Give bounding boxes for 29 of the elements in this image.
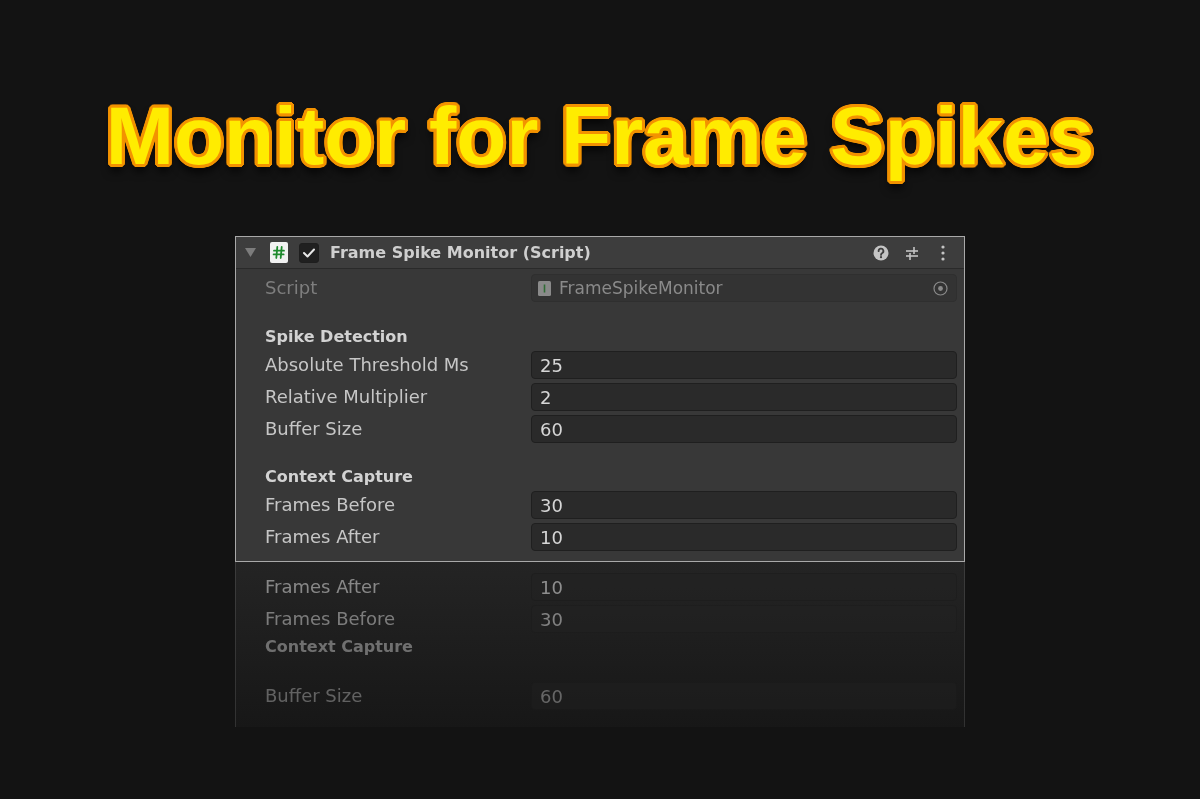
section-heading: Spike Detection: [265, 326, 408, 348]
field-label: Relative Multiplier: [265, 386, 428, 408]
script-file-icon: [538, 280, 551, 296]
number-field[interactable]: 30: [531, 491, 957, 519]
field-label: Frames After: [265, 526, 380, 548]
field-label: Script: [265, 277, 318, 299]
reflected-label: Frames Before: [265, 608, 396, 630]
reflected-label: Frames After: [265, 576, 380, 598]
number-field[interactable]: 10: [531, 523, 957, 551]
reflected-field: 10: [531, 573, 957, 601]
number-field[interactable]: 25: [531, 351, 957, 379]
section-heading: Context Capture: [265, 466, 413, 488]
number-field[interactable]: 2: [531, 383, 957, 411]
object-field-value: FrameSpikeMonitor: [559, 278, 724, 298]
more-options-icon[interactable]: [941, 244, 945, 261]
caret-icon[interactable]: [245, 248, 256, 257]
reflected-heading: Context Capture: [265, 636, 413, 658]
target-icon[interactable]: [933, 280, 948, 296]
number-field[interactable]: 60: [531, 415, 957, 443]
field-label: Buffer Size: [265, 418, 363, 440]
sliders-icon[interactable]: [905, 244, 919, 261]
check-icon: [303, 247, 315, 258]
enable-checkbox[interactable]: [299, 242, 319, 263]
help-icon[interactable]: [873, 244, 889, 261]
field-label: Absolute Threshold Ms: [265, 354, 469, 376]
component-title: Frame Spike Monitor (Script): [330, 243, 592, 262]
field-label: Frames Before: [265, 494, 396, 516]
reflected-label: Buffer Size: [265, 685, 363, 707]
script-file-icon: [270, 242, 288, 263]
